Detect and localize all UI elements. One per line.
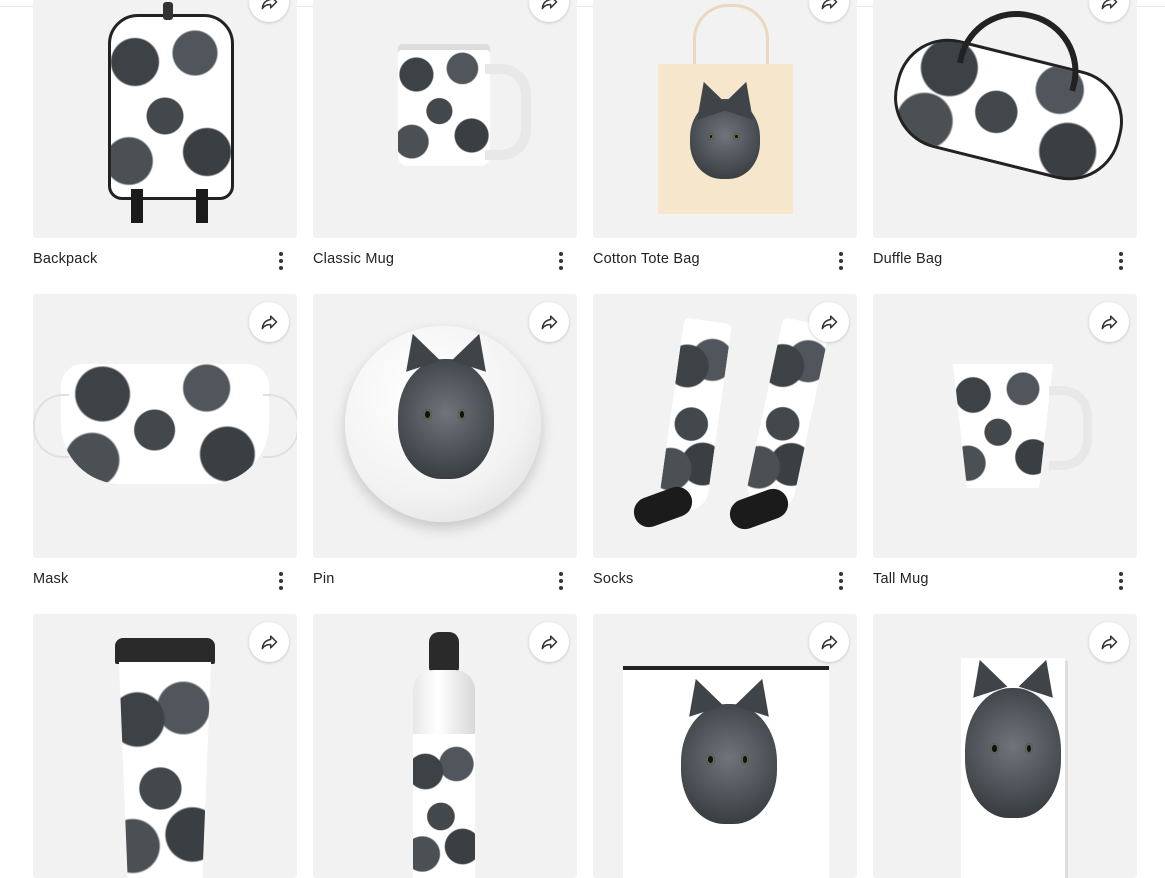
share-arrow-icon bbox=[541, 0, 558, 10]
share-arrow-icon bbox=[1101, 0, 1118, 10]
share-button[interactable] bbox=[1089, 622, 1129, 662]
product-name[interactable]: Classic Mug bbox=[313, 251, 394, 267]
more-options-button[interactable] bbox=[1113, 250, 1129, 272]
share-button[interactable] bbox=[249, 302, 289, 342]
share-button[interactable] bbox=[529, 622, 569, 662]
share-arrow-icon bbox=[541, 635, 558, 650]
product-name[interactable]: Tall Mug bbox=[873, 571, 929, 587]
more-options-button[interactable] bbox=[553, 570, 569, 592]
share-button[interactable] bbox=[809, 622, 849, 662]
share-arrow-icon bbox=[1101, 315, 1118, 330]
more-options-button[interactable] bbox=[833, 250, 849, 272]
product-image-backpack[interactable] bbox=[33, 0, 297, 238]
product-name[interactable]: Cotton Tote Bag bbox=[593, 251, 700, 267]
product-name[interactable]: Mask bbox=[33, 571, 68, 587]
product-name[interactable]: Backpack bbox=[33, 251, 97, 267]
share-button[interactable] bbox=[529, 302, 569, 342]
share-button[interactable] bbox=[249, 622, 289, 662]
share-arrow-icon bbox=[821, 635, 838, 650]
share-arrow-icon bbox=[541, 315, 558, 330]
share-arrow-icon bbox=[261, 315, 278, 330]
more-options-button[interactable] bbox=[273, 570, 289, 592]
share-arrow-icon bbox=[821, 315, 838, 330]
share-arrow-icon bbox=[1101, 635, 1118, 650]
product-image-duffle-bag[interactable] bbox=[873, 0, 1137, 238]
share-button[interactable] bbox=[809, 302, 849, 342]
share-arrow-icon bbox=[261, 0, 278, 10]
more-options-button[interactable] bbox=[273, 250, 289, 272]
product-image-cotton-tote-bag[interactable] bbox=[593, 0, 857, 238]
more-options-button[interactable] bbox=[833, 570, 849, 592]
product-name[interactable]: Duffle Bag bbox=[873, 251, 942, 267]
share-arrow-icon bbox=[821, 0, 838, 10]
product-name[interactable]: Socks bbox=[593, 571, 634, 587]
share-arrow-icon bbox=[261, 635, 278, 650]
share-button[interactable] bbox=[1089, 302, 1129, 342]
product-name[interactable]: Pin bbox=[313, 571, 335, 587]
more-options-button[interactable] bbox=[1113, 570, 1129, 592]
product-image-classic-mug[interactable] bbox=[313, 0, 577, 238]
more-options-button[interactable] bbox=[553, 250, 569, 272]
